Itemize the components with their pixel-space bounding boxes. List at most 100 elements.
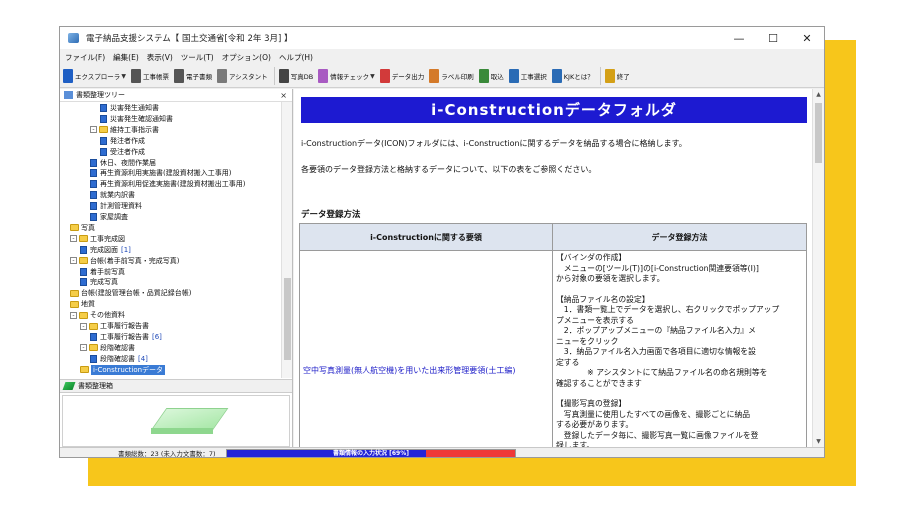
tree-collapse-icon[interactable]: - [90, 126, 97, 134]
toolbar-button-8[interactable]: 取込 [478, 66, 504, 86]
tree-node[interactable]: 写真 [70, 223, 95, 233]
page-title: i-Constructionデータフォルダ [301, 97, 807, 123]
tree-node[interactable]: 段階確認書 [4] [90, 354, 148, 364]
document-icon [90, 191, 97, 200]
toolbar-button-2[interactable]: 電子書類 [173, 66, 212, 86]
minimize-button[interactable]: — [722, 27, 756, 49]
scroll-down-icon[interactable]: ▼ [813, 436, 824, 447]
method-line [556, 389, 803, 399]
tree-scrollbar[interactable] [281, 102, 292, 378]
tree-node[interactable]: - 維持工事指示書 [90, 125, 159, 135]
tree-collapse-icon[interactable]: - [70, 235, 77, 243]
tree-node[interactable]: - その他資料 [70, 310, 125, 320]
tree-node[interactable]: 台帳(建設管理台帳・品質記録台帳) [70, 288, 191, 298]
tree-collapse-icon[interactable]: - [70, 257, 77, 265]
construction-select-icon [508, 69, 519, 83]
tree-node[interactable]: 災害発生通知書 [100, 103, 159, 113]
toolbar-label: 工事帳票 [142, 73, 169, 81]
toolbar-button-6[interactable]: データ出力 [379, 66, 424, 86]
document-count: 書類総数：23 (未入力文書数：7) [118, 450, 216, 458]
tree-node[interactable]: 着手前写真 [80, 267, 125, 277]
tree-node[interactable]: 休日、夜間作業届 [90, 158, 156, 168]
section-heading: データ登録方法 [301, 210, 361, 220]
tree-node-label: 段階確認書 [100, 343, 135, 352]
tree-collapse-icon[interactable]: - [70, 311, 77, 319]
toolbar-button-5[interactable]: 情報チェック ▼ [318, 66, 375, 86]
close-button[interactable]: ✕ [790, 27, 824, 49]
toolbar-separator [599, 67, 601, 85]
toolbar-button-10[interactable]: KJKとは？ [551, 66, 594, 86]
tree-node[interactable]: - 台帳(着手前写真・完成写真) [70, 256, 179, 266]
document-icon [90, 354, 97, 363]
app-window: 電子納品支援システム【 国土交通省[令和 2年 3月] 】 — ☐ ✕ ファイル… [59, 26, 825, 458]
chevron-down-icon[interactable]: ▼ [370, 73, 375, 80]
tree-node[interactable]: i-Constructionデータ [80, 364, 166, 375]
folder-icon [89, 322, 98, 330]
table-header-method: データ登録方法 [552, 223, 807, 251]
tree-node-label: 台帳(建設管理台帳・品質記録台帳) [81, 289, 192, 298]
kjk-about-icon [551, 69, 562, 83]
folder-icon [70, 224, 79, 232]
toolbar-button-3[interactable]: アシスタント [216, 66, 268, 86]
tree-node-label: その他資料 [90, 311, 125, 320]
tree-node-label: 受注者作成 [110, 147, 145, 156]
requirement-link[interactable]: 空中写真測量(無人航空機)を用いた出来形管理要領(土工編) [299, 250, 553, 447]
chevron-down-icon[interactable]: ▼ [121, 73, 126, 80]
menu-file[interactable]: ファイル(F) [65, 52, 105, 63]
toolbar-button-11[interactable]: 終了 [604, 66, 630, 86]
tree-node[interactable]: - 段階確認書 [80, 343, 135, 353]
tree-node[interactable]: - 工事完成図 [70, 234, 125, 244]
toolbar-button-9[interactable]: 工事選択 [508, 66, 547, 86]
tree-node[interactable]: 再生資源利用実施書(建設資材搬入工事用) [90, 168, 231, 178]
screenshot-stage: 電子納品支援システム【 国土交通省[令和 2年 3月] 】 — ☐ ✕ ファイル… [0, 0, 916, 515]
document-icon [80, 278, 87, 287]
tree-node-label: 工事履行報告書 [100, 332, 149, 341]
toolbar-separator [273, 67, 275, 85]
menu-edit[interactable]: 編集(E) [113, 52, 139, 63]
document-tray-icon [151, 408, 229, 436]
tree-node[interactable]: 就業内訳書 [90, 190, 135, 200]
tree-title: 書類整理ツリー [76, 91, 125, 99]
tree-node-label: 災害発生通知書 [110, 104, 159, 112]
method-line: 写真測量に使用したすべての画像を、撮影ごとに納品 [556, 409, 751, 419]
tree-node[interactable]: - 工事履行報告書 [80, 321, 149, 331]
tree-node[interactable]: 受注者作成 [100, 147, 145, 157]
tree-node[interactable]: 計測管理資料 [90, 201, 142, 211]
document-icon [100, 136, 107, 145]
toolbar-label: 終了 [616, 73, 630, 81]
menu-bar: ファイル(F) 編集(E) 表示(V) ツール(T) オプション(O) ヘルプ(… [60, 49, 824, 65]
folder-icon [79, 257, 88, 265]
left-panel: 書類整理ツリー × 災害発生通知書災害発生確認通知書 - 維持工事指示書 発注者作成受… [60, 89, 293, 447]
tree-node[interactable]: 家屋調査 [90, 212, 128, 222]
tree-node[interactable]: 発注者作成 [100, 136, 145, 146]
content-scroll-thumb[interactable] [815, 103, 822, 163]
document-icon [80, 245, 87, 254]
menu-tools[interactable]: ツール(T) [181, 52, 214, 63]
tree-node-label: 完成写真 [90, 278, 118, 287]
tree-node[interactable]: 完成写真 [80, 277, 118, 287]
info-check-icon [318, 69, 329, 83]
menu-view[interactable]: 表示(V) [147, 52, 173, 63]
document-icon [90, 158, 97, 167]
toolbar-button-4[interactable]: 写真DB [278, 66, 313, 86]
toolbar-button-7[interactable]: ラベル印刷 [429, 66, 474, 86]
tree-collapse-icon[interactable]: - [80, 344, 87, 352]
tree-close-button[interactable]: × [280, 91, 287, 100]
tree-node[interactable]: 再生資源利用促進実施書(建設資材搬出工事用) [90, 179, 245, 189]
tree-node[interactable]: 災害発生確認通知書 [100, 114, 173, 124]
method-line: 確認することができます [556, 378, 642, 388]
organizer-preview[interactable] [62, 395, 290, 447]
maximize-button[interactable]: ☐ [756, 27, 790, 49]
menu-options[interactable]: オプション(O) [222, 52, 271, 63]
tree-scroll-thumb[interactable] [284, 278, 291, 360]
tree-node[interactable]: 完成図面 [1] [80, 245, 131, 255]
scroll-up-icon[interactable]: ▲ [813, 89, 824, 100]
tree-collapse-icon[interactable]: - [80, 322, 87, 330]
toolbar-button-0[interactable]: エクスプローラ ▼ [63, 66, 126, 86]
tree-node[interactable]: 工事履行報告書 [6] [90, 332, 162, 342]
menu-help[interactable]: ヘルプ(H) [279, 52, 313, 63]
tree-node[interactable]: 地質 [70, 299, 95, 309]
content-scrollbar[interactable]: ▲ ▼ [812, 89, 824, 447]
toolbar-button-1[interactable]: 工事帳票 [130, 66, 169, 86]
explorer-icon [63, 69, 73, 83]
